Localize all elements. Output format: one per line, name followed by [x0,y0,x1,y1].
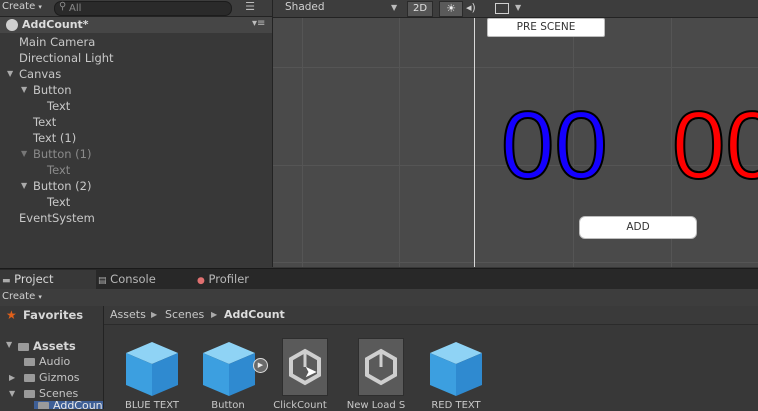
canvas-boundary-line [474,17,475,267]
assets-folder[interactable]: Assets [18,339,76,353]
tab-label: Console [110,272,156,286]
expand-arrow-icon[interactable]: ▼ [6,340,12,349]
prefab-cube-icon[interactable] [124,340,180,398]
chevron-down-icon[interactable]: ▼ [515,3,521,12]
mouse-cursor-icon: ➤ [304,362,318,381]
red-counter-text: 00 [671,92,758,199]
hierarchy-item-eventsystem[interactable]: EventSystem [19,210,95,226]
star-icon: ★ [6,308,17,322]
folder-scenes[interactable]: Scenes [24,387,78,400]
favorites-label[interactable]: Favorites [23,308,83,322]
hierarchy-item-button-1[interactable]: Button (1) [33,146,91,162]
expand-arrow-icon[interactable]: ▼ [21,85,27,94]
expand-prefab-icon[interactable]: ▶ [253,358,268,373]
folder-icon [24,390,35,398]
breadcrumb-current[interactable]: AddCount [224,306,285,324]
hierarchy-item-text-1[interactable]: Text (1) [33,130,76,146]
unity-scene-icon[interactable] [358,338,404,396]
folder-icon [18,342,29,351]
toggle-2d-button[interactable]: 2D [407,1,433,17]
tab-project[interactable]: ▬ Project [0,270,96,289]
effects-image-icon[interactable] [495,3,509,14]
breadcrumb-separator-icon: ▶ [151,310,158,319]
blue-counter-text: 00 [500,92,609,199]
folder-addcount-selected[interactable]: AddCount [34,401,103,409]
hierarchy-search-input[interactable]: All [54,1,232,16]
breadcrumb-item[interactable]: Scenes [165,306,204,324]
unity-scene-icon [6,19,18,31]
folder-icon [38,402,49,409]
grid-line [273,67,758,68]
lighting-toggle-icon[interactable]: ☀ [439,1,463,17]
shading-mode-dropdown[interactable]: Shaded [285,1,325,13]
expand-arrow-icon[interactable]: ▼ [7,69,13,78]
expand-arrow-icon[interactable]: ▼ [21,149,27,158]
project-toolbar [0,289,758,307]
audio-toggle-icon[interactable]: ◂) [466,1,476,14]
grid-line [399,17,400,267]
hierarchy-item-button-2[interactable]: Button (2) [33,178,91,194]
hierarchy-item-canvas[interactable]: Canvas [19,66,61,82]
chevron-down-icon: ▼ [391,3,398,12]
breadcrumb-separator-icon: ▶ [211,310,218,319]
scene-menu-icon[interactable]: ▾≡ [252,18,265,29]
prefab-cube-icon[interactable] [428,340,484,398]
hierarchy-create-button[interactable]: Create ▾ [2,1,42,12]
search-icon: ⚲ [59,1,67,12]
folder-icon [24,358,35,366]
expand-arrow-icon[interactable]: ▶ [9,373,15,382]
add-button[interactable]: ADD [579,216,697,239]
hierarchy-item-button[interactable]: Button [33,82,72,98]
folder-icon: ▬ [2,276,11,286]
tab-profiler[interactable]: ● Profiler [197,270,277,289]
folder-audio[interactable]: Audio [24,355,70,368]
asset-label[interactable]: RED TEXT [418,400,494,411]
tab-label: Profiler [208,272,250,286]
hierarchy-item-directional-light[interactable]: Directional Light [19,50,114,66]
scene-title: AddCount* [22,18,89,31]
hierarchy-item-text[interactable]: Text [47,194,70,210]
asset-label[interactable]: ClickCount [262,400,338,411]
grid-line [302,17,303,267]
asset-label[interactable]: Button [190,400,266,411]
tab-console[interactable]: ▤ Console [98,270,186,289]
breadcrumb-item[interactable]: Assets [110,306,146,324]
expand-arrow-icon[interactable]: ▼ [21,181,27,190]
hierarchy-item-text[interactable]: Text [47,98,70,114]
folder-icon [24,374,35,382]
prefab-cube-icon[interactable] [201,340,257,398]
tab-label: Project [14,272,54,286]
console-icon: ▤ [98,276,107,286]
hierarchy-options-icon[interactable]: ☰ [241,0,259,15]
grid-line [273,262,758,263]
folder-gizmos[interactable]: Gizmos [24,371,80,384]
hierarchy-item-text[interactable]: Text [47,162,70,178]
hierarchy-item-main-camera[interactable]: Main Camera [19,34,95,50]
search-text: All [69,3,82,14]
expand-arrow-icon[interactable]: ▼ [9,389,15,398]
pre-scene-button[interactable]: PRE SCENE [487,18,605,37]
project-create-button[interactable]: Create ▾ [2,291,42,302]
hierarchy-item-text[interactable]: Text [33,114,56,130]
asset-label[interactable]: New Load S [338,400,414,411]
profiler-icon: ● [197,276,205,286]
asset-label[interactable]: BLUE TEXT [114,400,190,411]
